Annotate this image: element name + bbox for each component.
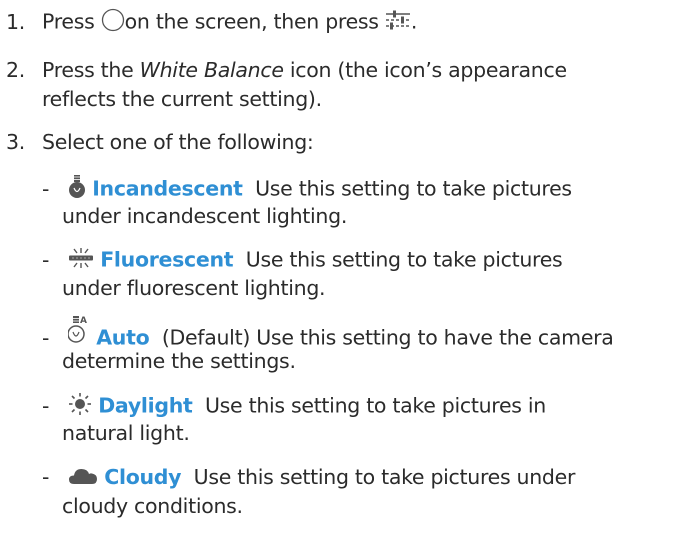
cloudy-cloud-icon [68,466,98,491]
option-name: Daylight [98,393,193,418]
fluorescent-tube-icon [68,247,94,274]
option-description: Use this setting to take pictures in [204,393,546,418]
list-dash: - [42,465,50,489]
option-description: Use this setting to take pictures [245,247,563,272]
option-name: Cloudy [104,465,182,489]
incandescent-bulb-icon [68,175,86,204]
list-dash: - [42,325,50,350]
option-cloudy: - Cloudy Use this setting to take pictur… [42,465,575,491]
circle-button-icon [101,8,125,37]
option-description: Use this setting to take pictures [255,176,572,201]
white-balance-term: White Balance [139,58,284,82]
auto-badge-text: A [80,316,87,326]
list-dash: - [42,247,50,272]
instructions-page: 1. Press on the screen, then press . 2. Pr… [0,0,673,533]
option-name: Auto [96,325,150,350]
option-auto-continuation: determine the settings. [62,349,296,373]
step-text: Select one of the following: [42,130,314,154]
list-dash: - [42,176,50,201]
option-fluorescent: - Fluorescent Use this setting to take p… [42,247,563,274]
step-text: Press [42,9,95,34]
step-text: on the screen, then press [124,9,379,34]
option-daylight-continuation: natural light. [62,421,190,445]
option-fluorescent-continuation: under fluorescent lighting. [62,276,326,300]
option-daylight: - Daylight Use this setting to take pict… [42,392,546,421]
option-cloudy-continuation: cloudy conditions. [62,494,243,518]
step-number: 2. [6,58,25,82]
settings-sliders-icon [385,9,411,36]
step-number: 3. [6,130,25,154]
step-text: . [410,9,418,34]
step-3: 3. Select one of the following: [0,130,314,154]
option-incandescent: - Incandescent Use this setting to take … [42,175,572,204]
option-description: (Default) Use this setting to have the c… [161,325,614,350]
option-incandescent-continuation: under incandescent lighting. [62,204,348,228]
list-dash: - [42,393,50,418]
step-number: 1. [6,9,25,34]
step-2-continuation: reflects the current setting). [42,87,322,111]
auto-wb-bulb-icon: A [67,314,90,351]
step-2: 2. Press the White Balance icon (the icon… [0,58,567,82]
option-name: Incandescent [92,176,243,201]
step-text: Press the [42,58,134,82]
daylight-sun-icon [68,392,92,421]
option-name: Fluorescent [100,247,234,272]
option-description: Use this setting to take pictures under [193,465,576,489]
step-1: 1. Press on the screen, then press . [0,8,417,37]
step-text: icon (the icon’s appearance [289,58,567,82]
